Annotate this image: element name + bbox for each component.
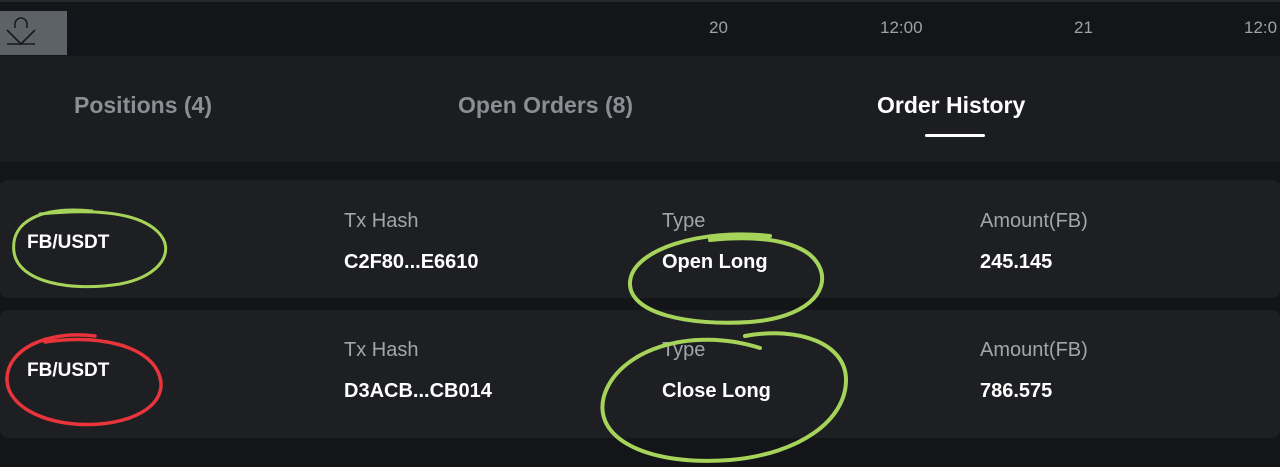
active-tab-indicator (925, 134, 985, 137)
axis-divider (0, 0, 1280, 2)
tx-hash-value[interactable]: C2F80...E6610 (344, 251, 479, 274)
type-label: Type (662, 210, 706, 232)
order-history-row[interactable]: FB/USDT Tx Hash D3ACB...CB014 Type Close… (0, 310, 1280, 438)
axis-tick-label: 21 (1074, 18, 1093, 37)
amount-label: Amount(FB) (980, 210, 1088, 232)
amount-label: Amount(FB) (980, 339, 1088, 361)
order-history-page: 20 12:00 21 12:0 Positions (4) Open Orde… (0, 0, 1280, 467)
order-type-value: Close Long (662, 380, 771, 402)
tx-hash-label: Tx Hash (344, 339, 419, 361)
amount-value: 245.145 (980, 251, 1053, 273)
tab-positions[interactable]: Positions (4) (74, 92, 212, 119)
tab-open-orders[interactable]: Open Orders (8) (458, 92, 633, 119)
tx-hash-value[interactable]: D3ACB...CB014 (344, 380, 492, 403)
axis-tick-label: 12:0 (1244, 18, 1278, 37)
lock-down-icon (4, 14, 38, 53)
trading-pair: FB/USDT (27, 232, 110, 253)
chart-time-axis: 20 12:00 21 12:0 (0, 0, 1280, 56)
axis-tick-label: 12:00 (880, 18, 923, 37)
amount-value: 786.575 (980, 380, 1053, 402)
type-label: Type (662, 339, 706, 361)
order-type-value: Open Long (662, 251, 768, 273)
order-tabs: Positions (4) Open Orders (8) Order Hist… (0, 56, 1280, 162)
trading-pair: FB/USDT (27, 360, 110, 381)
order-history-row[interactable]: FB/USDT Tx Hash C2F80...E6610 Type Open … (0, 180, 1280, 298)
tx-hash-label: Tx Hash (344, 210, 419, 232)
axis-tick-label: 20 (709, 18, 728, 37)
chart-toggle-button[interactable] (0, 11, 67, 55)
tab-order-history[interactable]: Order History (877, 92, 1025, 119)
